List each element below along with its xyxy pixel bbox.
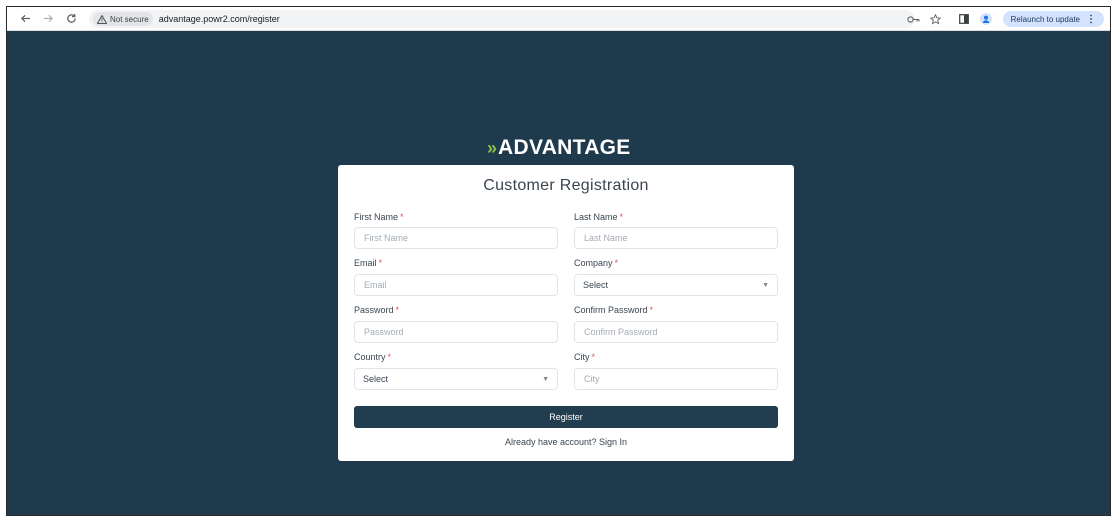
security-indicator[interactable]: Not secure xyxy=(93,12,153,26)
browser-toolbar: Not secure advantage.powr2.com/register … xyxy=(7,7,1110,31)
company-select-value: Select xyxy=(583,280,609,290)
email-label: Email * xyxy=(354,258,383,268)
city-label: City * xyxy=(574,352,596,362)
side-panel-icon[interactable] xyxy=(955,10,973,28)
warning-icon xyxy=(97,14,107,24)
required-marker: * xyxy=(591,352,596,362)
company-select[interactable]: Select ▼ xyxy=(574,274,778,296)
bookmark-star-icon[interactable] xyxy=(927,10,945,28)
brand-logo: » ADVANTAGE xyxy=(487,136,631,160)
signin-link[interactable]: Sign In xyxy=(599,437,627,447)
confirm-password-label: Confirm Password * xyxy=(574,305,654,315)
required-marker: * xyxy=(614,258,619,268)
signin-prompt: Already have account? xyxy=(504,437,600,447)
relaunch-update-button[interactable]: Relaunch to update ⋮ xyxy=(1002,11,1104,27)
password-field[interactable] xyxy=(354,321,558,343)
last-name-label: Last Name * xyxy=(574,212,624,222)
more-menu-icon: ⋮ xyxy=(1086,13,1096,25)
logo-text: ADVANTAGE xyxy=(498,136,631,159)
email-field[interactable] xyxy=(354,274,558,296)
url-text[interactable]: advantage.powr2.com/register xyxy=(159,14,280,24)
city-field[interactable] xyxy=(574,368,778,390)
required-marker: * xyxy=(387,352,392,362)
toolbar-actions: Relaunch to update ⋮ xyxy=(901,10,1104,28)
password-key-icon[interactable] xyxy=(905,10,923,28)
required-marker: * xyxy=(378,258,383,268)
country-select[interactable]: Select ▼ xyxy=(354,368,558,390)
security-label: Not secure xyxy=(110,14,149,24)
chevron-down-icon: ▼ xyxy=(542,375,549,383)
country-label: Country * xyxy=(354,352,392,362)
chevron-down-icon: ▼ xyxy=(762,281,769,289)
required-marker: * xyxy=(400,212,404,222)
register-button[interactable]: Register xyxy=(354,406,778,428)
back-icon[interactable] xyxy=(15,9,35,29)
required-marker: * xyxy=(395,305,400,315)
last-name-field[interactable] xyxy=(574,227,778,249)
logo-chevron-icon: » xyxy=(487,137,497,158)
password-label: Password * xyxy=(354,305,400,315)
signin-row: Already have account? Sign In xyxy=(338,437,794,447)
profile-avatar-icon[interactable] xyxy=(977,10,995,28)
required-marker: * xyxy=(619,212,624,222)
company-label: Company * xyxy=(574,258,619,268)
form-title: Customer Registration xyxy=(483,177,649,194)
browser-window: Not secure advantage.powr2.com/register … xyxy=(6,6,1111,516)
relaunch-label: Relaunch to update xyxy=(1010,14,1080,24)
confirm-password-field[interactable] xyxy=(574,321,778,343)
first-name-label: First Name * xyxy=(354,212,404,222)
first-name-field[interactable] xyxy=(354,227,558,249)
address-bar[interactable]: Not secure advantage.powr2.com/register xyxy=(89,10,915,28)
registration-card: Customer Registration First Name* Last N… xyxy=(338,165,794,461)
reload-icon[interactable] xyxy=(61,9,81,29)
required-marker: * xyxy=(649,305,654,315)
forward-icon[interactable] xyxy=(38,9,58,29)
country-select-value: Select xyxy=(363,374,389,384)
